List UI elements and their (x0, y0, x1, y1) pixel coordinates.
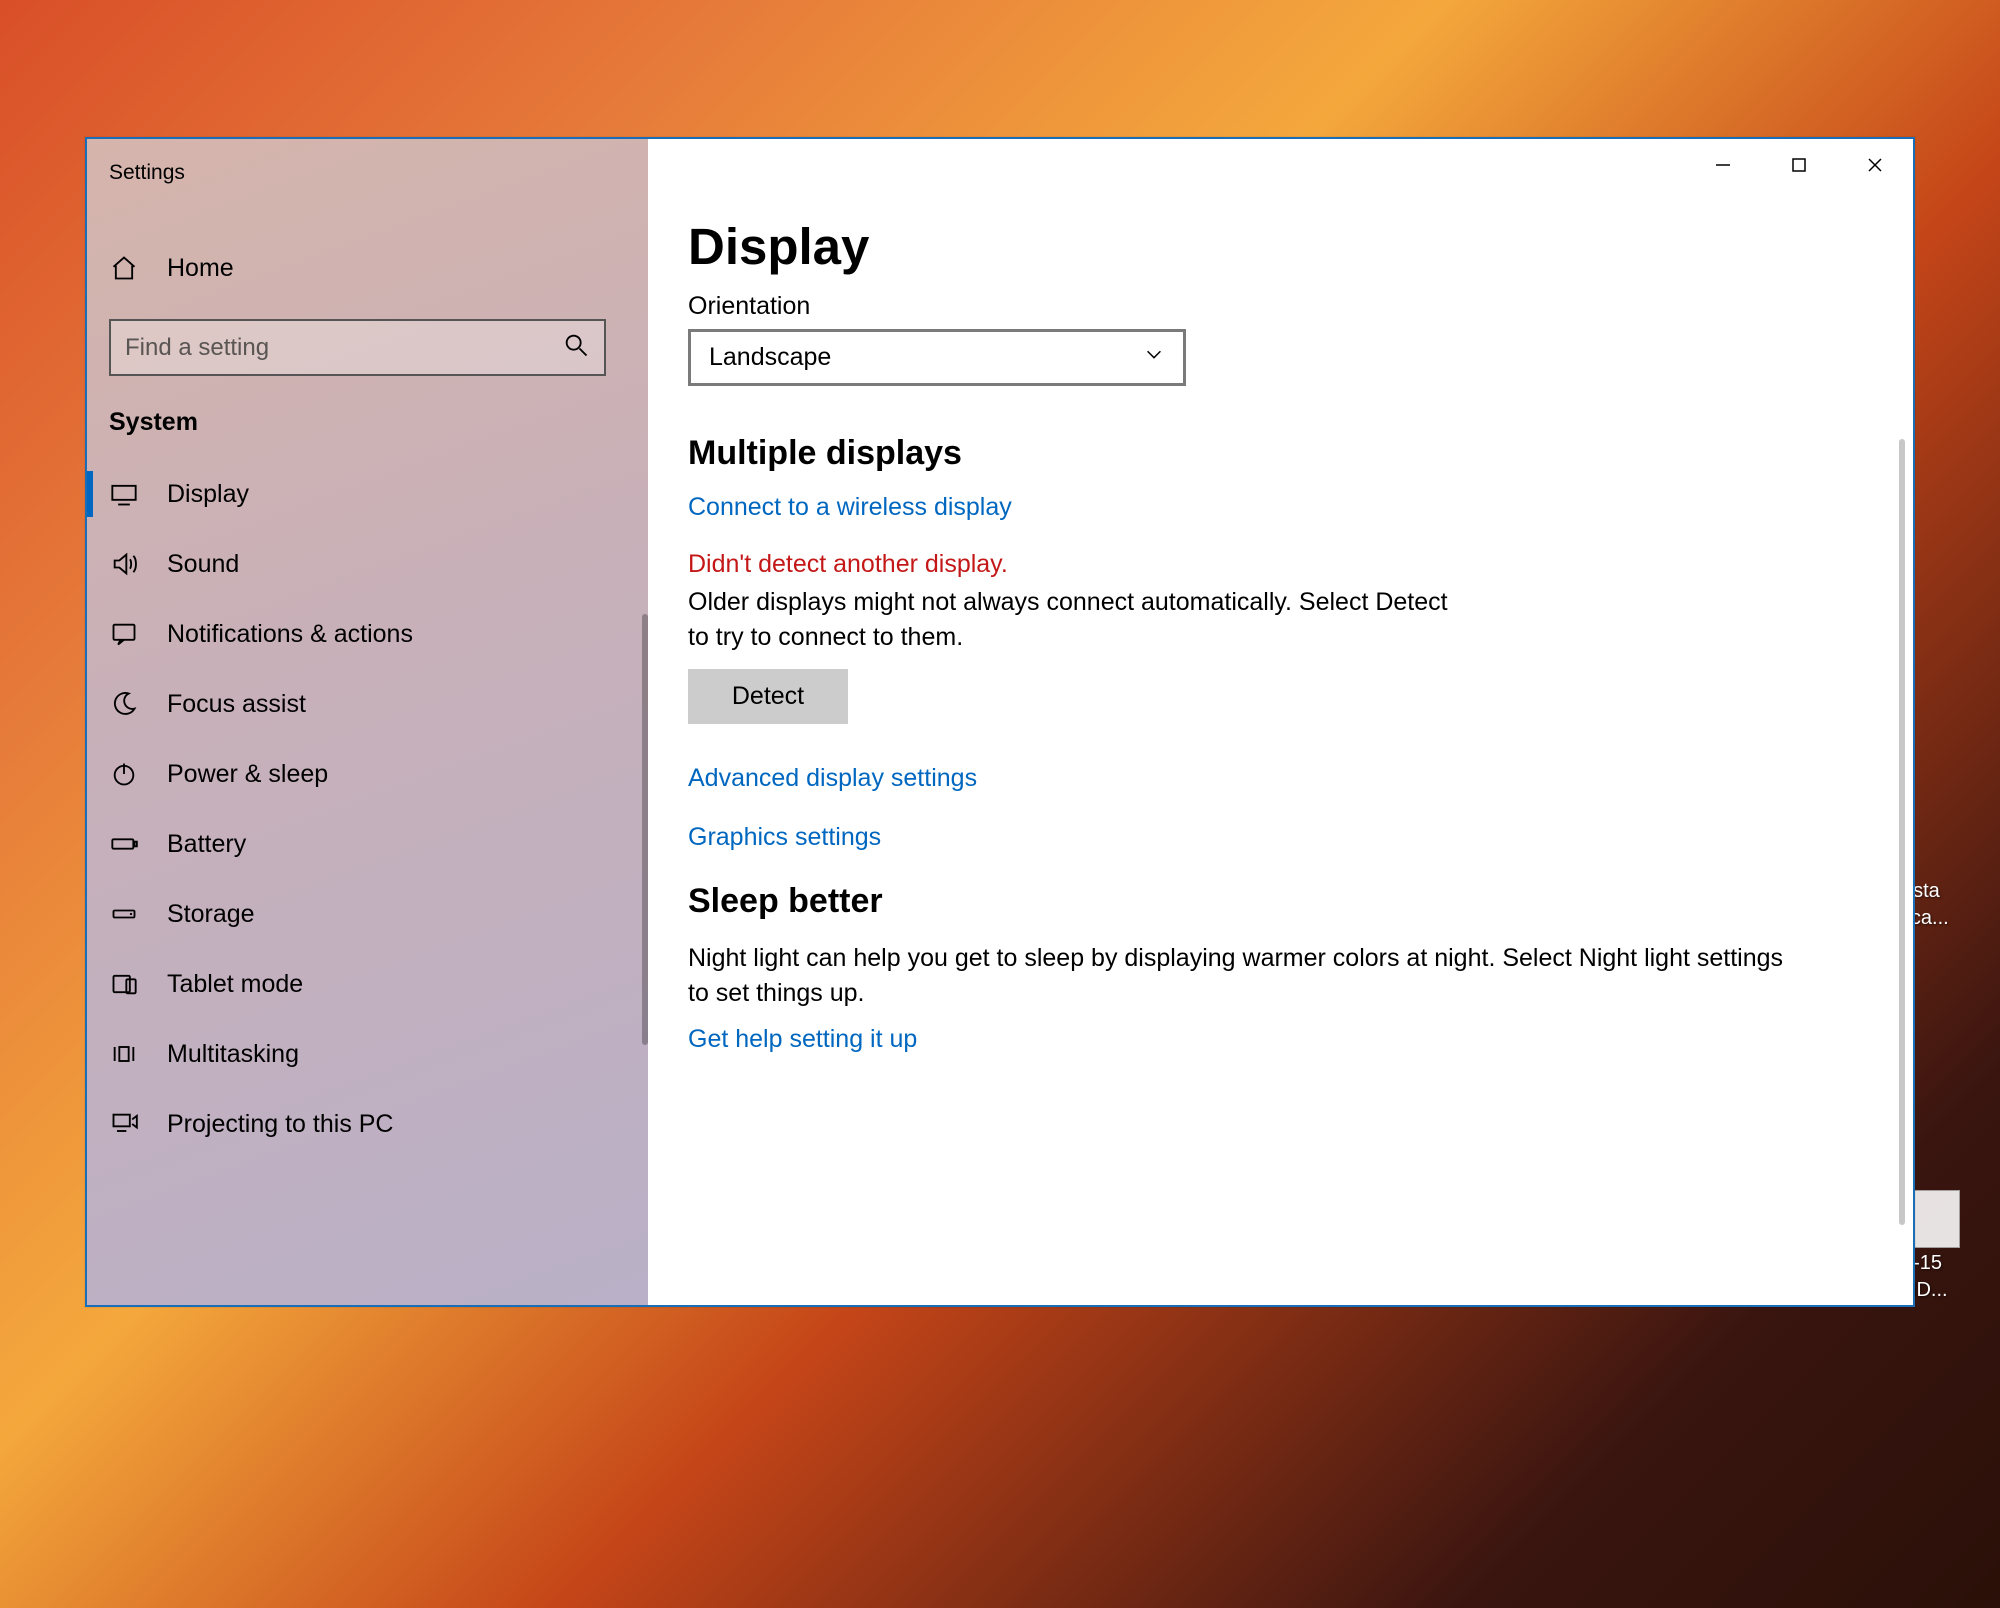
sidebar-item-label: Battery (167, 830, 246, 859)
sidebar-item-label: Sound (167, 550, 239, 579)
minimize-button[interactable] (1685, 139, 1761, 191)
content-scrollbar[interactable] (1899, 439, 1905, 1225)
detect-error-text: Didn't detect another display. (688, 550, 1843, 579)
app-title: Settings (87, 161, 648, 185)
orientation-label: Orientation (688, 292, 1843, 321)
orientation-dropdown[interactable]: Landscape (688, 329, 1186, 386)
home-label: Home (167, 254, 234, 283)
detect-button[interactable]: Detect (688, 669, 848, 724)
home-icon (109, 253, 139, 283)
sidebar-item-display[interactable]: Display (87, 459, 648, 529)
search-icon (562, 331, 590, 364)
power-icon (109, 759, 139, 789)
home-nav[interactable]: Home (87, 235, 648, 301)
content-pane: Display Orientation Landscape Multiple d… (648, 139, 1913, 1305)
sidebar: Settings Home System Display (87, 139, 648, 1305)
sidebar-item-multitasking[interactable]: Multitasking (87, 1019, 648, 1089)
close-button[interactable] (1837, 139, 1913, 191)
window-controls (1685, 139, 1913, 191)
sleep-help-link[interactable]: Get help setting it up (688, 1025, 917, 1054)
sidebar-item-storage[interactable]: Storage (87, 879, 648, 949)
page-title: Display (688, 217, 1843, 276)
sidebar-item-label: Power & sleep (167, 760, 328, 789)
battery-icon (109, 829, 139, 859)
multiple-displays-heading: Multiple displays (688, 434, 1843, 473)
sidebar-item-label: Projecting to this PC (167, 1110, 394, 1139)
notifications-icon (109, 619, 139, 649)
chevron-down-icon (1143, 343, 1165, 372)
sound-icon (109, 549, 139, 579)
sidebar-item-power-sleep[interactable]: Power & sleep (87, 739, 648, 809)
search-input[interactable] (125, 334, 562, 362)
sidebar-item-projecting[interactable]: Projecting to this PC (87, 1089, 648, 1159)
detect-help-text: Older displays might not always connect … (688, 585, 1448, 655)
maximize-button[interactable] (1761, 139, 1837, 191)
sidebar-item-label: Tablet mode (167, 970, 303, 999)
sidebar-item-label: Focus assist (167, 690, 306, 719)
sidebar-item-battery[interactable]: Battery (87, 809, 648, 879)
category-label: System (87, 380, 648, 451)
sleep-better-heading: Sleep better (688, 882, 1843, 921)
sidebar-nav: Display Sound Notifications & actions Fo… (87, 459, 648, 1159)
tablet-mode-icon (109, 969, 139, 999)
display-icon (109, 479, 139, 509)
sidebar-item-tablet-mode[interactable]: Tablet mode (87, 949, 648, 1019)
graphics-settings-link[interactable]: Graphics settings (688, 823, 1843, 852)
sidebar-item-label: Multitasking (167, 1040, 299, 1069)
sidebar-item-sound[interactable]: Sound (87, 529, 648, 599)
search-box[interactable] (109, 319, 606, 376)
sidebar-item-notifications[interactable]: Notifications & actions (87, 599, 648, 669)
sidebar-item-label: Storage (167, 900, 255, 929)
advanced-display-link[interactable]: Advanced display settings (688, 764, 1843, 793)
projecting-icon (109, 1109, 139, 1139)
sidebar-item-label: Notifications & actions (167, 620, 413, 649)
sleep-better-body: Night light can help you get to sleep by… (688, 941, 1788, 1011)
storage-icon (109, 899, 139, 929)
connect-wireless-link[interactable]: Connect to a wireless display (688, 493, 1012, 522)
orientation-value: Landscape (709, 343, 831, 372)
multitasking-icon (109, 1039, 139, 1069)
sidebar-item-focus-assist[interactable]: Focus assist (87, 669, 648, 739)
sidebar-item-label: Display (167, 480, 249, 509)
settings-window: Settings Home System Display (85, 137, 1915, 1307)
focus-assist-icon (109, 689, 139, 719)
